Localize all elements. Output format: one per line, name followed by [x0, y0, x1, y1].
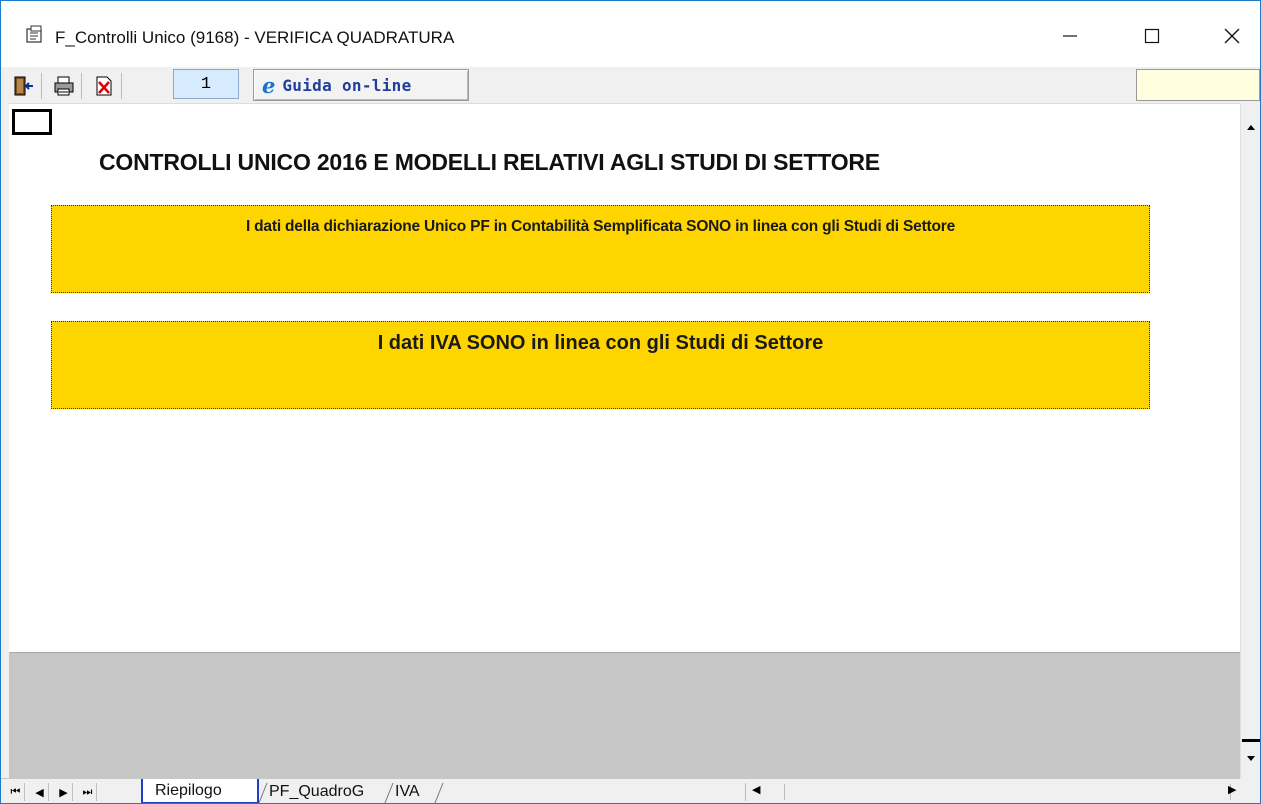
next-sheet-icon[interactable]: ▶ [55, 783, 73, 801]
online-guide-label: Guida on-line [282, 75, 412, 95]
arrow-down-icon [1247, 756, 1255, 761]
iva-status-message: I dati IVA SONO in linea con gli Studi d… [51, 321, 1150, 409]
form-background-area [9, 652, 1240, 779]
sheet-tab-bar: ⏮ ◀ ▶ ⏭ Riepilogo PF_QuadroG IVA ◀ ▶ [1, 778, 1260, 803]
toolbar-info-field [1136, 69, 1260, 101]
horizontal-scrollbar[interactable]: ◀ ▶ [745, 783, 1241, 801]
tab-riepilogo[interactable]: Riepilogo [141, 779, 259, 803]
maximize-button[interactable] [1129, 15, 1175, 57]
tab-pf-quadrog[interactable]: PF_QuadroG [269, 779, 364, 803]
title-bar: F_Controlli Unico (9168) - VERIFICA QUAD… [1, 1, 1260, 67]
window-title: F_Controlli Unico (9168) - VERIFICA QUAD… [55, 28, 455, 47]
form-icon [26, 25, 42, 43]
page-number-field[interactable]: 1 [173, 69, 239, 99]
app-window: F_Controlli Unico (9168) - VERIFICA QUAD… [0, 0, 1261, 804]
minimize-icon [1063, 35, 1077, 37]
scroll-left-icon[interactable]: ◀ [752, 783, 760, 796]
toolbar-separator [81, 73, 82, 99]
toolbar-separator [41, 73, 42, 99]
internet-explorer-icon: e [262, 72, 276, 98]
scroll-down-button[interactable] [1241, 749, 1260, 769]
tab-divider [258, 782, 268, 803]
exit-door-icon[interactable] [13, 75, 35, 97]
online-guide-button[interactable]: e Guida on-line [253, 69, 469, 101]
maximize-icon [1144, 28, 1160, 44]
tab-iva[interactable]: IVA [395, 779, 420, 803]
delete-document-icon[interactable] [93, 75, 115, 97]
report-title: CONTROLLI UNICO 2016 E MODELLI RELATIVI … [99, 149, 880, 175]
first-sheet-icon[interactable]: ⏮ [7, 783, 25, 801]
tab-divider [434, 782, 444, 803]
last-sheet-icon[interactable]: ⏭ [79, 783, 97, 801]
left-border-strip [1, 103, 9, 778]
previous-sheet-icon[interactable]: ◀ [31, 783, 49, 801]
arrow-up-icon [1247, 125, 1255, 130]
scroll-up-button[interactable] [1241, 117, 1260, 137]
unico-status-message: I dati della dichiarazione Unico PF in C… [51, 205, 1150, 293]
close-icon [1224, 28, 1240, 44]
close-button[interactable] [1209, 15, 1255, 57]
resize-grip[interactable] [1240, 778, 1260, 803]
minimize-button[interactable] [1047, 15, 1093, 57]
tab-divider [384, 782, 394, 803]
record-selector[interactable] [12, 109, 52, 135]
scroll-right-icon[interactable]: ▶ [1228, 783, 1236, 796]
toolbar-separator [121, 73, 122, 99]
vertical-scrollbar[interactable] [1240, 103, 1260, 778]
horizontal-scroll-track[interactable] [784, 784, 1231, 800]
printer-icon[interactable] [53, 75, 75, 97]
scroll-split-marker [1242, 739, 1260, 742]
